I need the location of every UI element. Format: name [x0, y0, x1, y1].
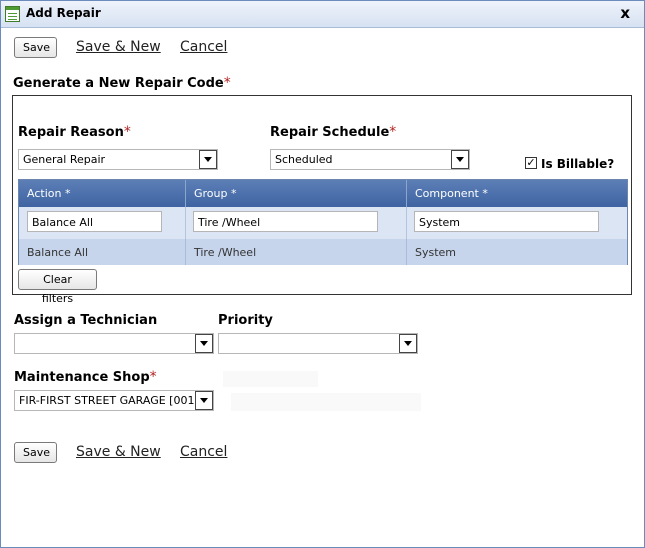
grid-filter-row: Balance All Tire /Wheel System [19, 207, 627, 239]
required-marker: * [123, 124, 131, 140]
required-marker: * [223, 75, 231, 91]
column-header-group[interactable]: Group * [186, 180, 406, 207]
grid-header: Action * Group * Component * [19, 180, 627, 207]
save-button-bottom[interactable]: Save [14, 442, 57, 463]
table-cell: System [415, 246, 457, 259]
title-bar[interactable]: Add Repair x [1, 1, 644, 28]
section-title-text: Generate a New Repair Code [13, 76, 224, 91]
maintenance-shop-label-text: Maintenance Shop [14, 370, 150, 385]
table-cell: Balance All [27, 246, 89, 259]
table-row[interactable]: Balance All Tire /Wheel System [19, 239, 627, 265]
billable-checkbox[interactable]: ✓ [525, 157, 537, 169]
priority-select[interactable] [218, 333, 418, 354]
repair-reason-label: Repair Reason* [18, 124, 131, 140]
maintenance-shop-value: FIR-FIRST STREET GARAGE [001] [19, 394, 199, 407]
close-icon[interactable]: x [620, 4, 630, 22]
technician-label: Assign a Technician [14, 313, 158, 328]
window-title: Add Repair [26, 6, 101, 20]
repair-schedule-select[interactable]: Scheduled [270, 149, 470, 170]
save-button[interactable]: Save [14, 37, 57, 58]
repair-reason-value: General Repair [23, 153, 106, 166]
save-new-link-bottom[interactable]: Save & New [76, 444, 161, 460]
group-filter-input[interactable]: Tire /Wheel [193, 211, 378, 232]
cancel-link-bottom[interactable]: Cancel [180, 444, 227, 460]
section-title: Generate a New Repair Code* [13, 75, 231, 91]
component-filter-input[interactable]: System [414, 211, 599, 232]
faded-artifact [231, 393, 421, 411]
chevron-down-icon[interactable] [399, 334, 417, 353]
cancel-link[interactable]: Cancel [180, 39, 227, 55]
billable-label: Is Billable? [541, 157, 615, 171]
repair-reason-label-text: Repair Reason [18, 125, 124, 140]
save-new-link[interactable]: Save & New [76, 39, 161, 55]
required-marker: * [149, 369, 157, 385]
priority-label: Priority [218, 313, 273, 328]
chevron-down-icon[interactable] [195, 334, 213, 353]
clear-filters-button[interactable]: Clear filters [18, 269, 97, 305]
repair-schedule-label: Repair Schedule* [270, 124, 396, 140]
form-icon [5, 6, 20, 22]
technician-select[interactable] [14, 333, 214, 354]
chevron-down-icon[interactable] [199, 150, 217, 169]
action-filter-input[interactable]: Balance All [27, 211, 162, 232]
column-header-action[interactable]: Action * [19, 180, 185, 207]
repair-schedule-label-text: Repair Schedule [270, 125, 390, 140]
column-header-component[interactable]: Component * [407, 180, 627, 207]
required-marker: * [389, 124, 397, 140]
chevron-down-icon[interactable] [195, 391, 213, 410]
table-cell: Tire /Wheel [194, 246, 257, 259]
maintenance-shop-label: Maintenance Shop* [14, 369, 157, 385]
repair-code-grid: Action * Group * Component * Balance All… [18, 179, 628, 265]
add-repair-dialog: Add Repair x Save Save & New Cancel Gene… [0, 0, 645, 548]
chevron-down-icon[interactable] [451, 150, 469, 169]
repair-reason-select[interactable]: General Repair [18, 149, 218, 170]
faded-artifact [223, 371, 318, 387]
repair-schedule-value: Scheduled [275, 153, 333, 166]
maintenance-shop-select[interactable]: FIR-FIRST STREET GARAGE [001] [14, 390, 214, 411]
